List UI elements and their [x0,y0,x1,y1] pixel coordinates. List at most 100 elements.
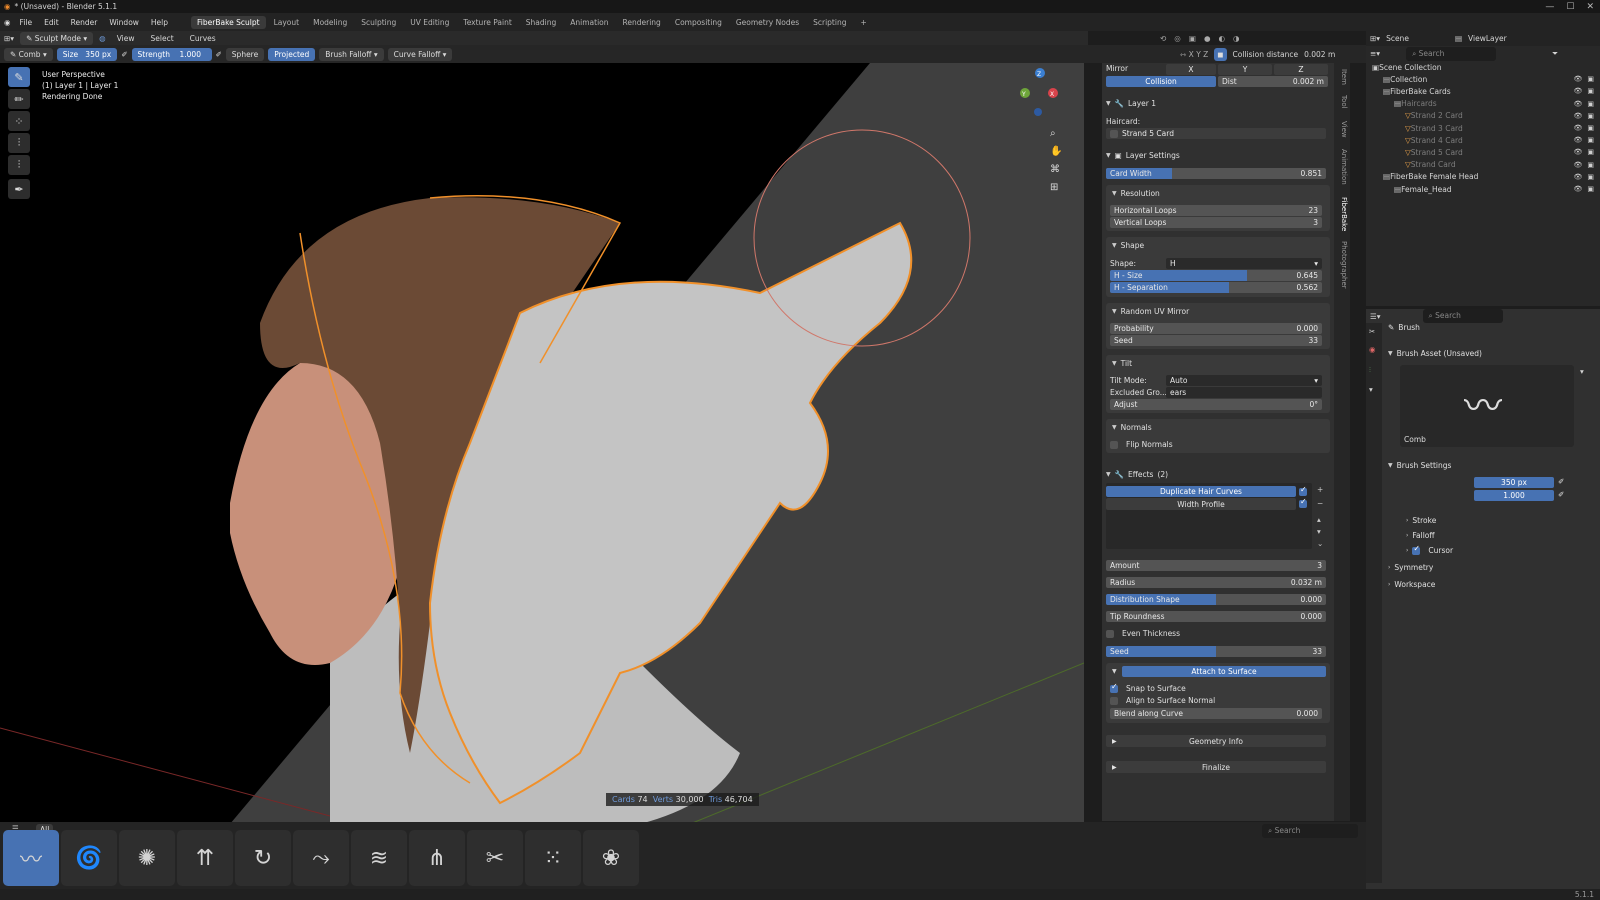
3d-viewport[interactable]: User Perspective (1) Layer 1 | Layer 1 R… [0,63,1084,824]
dist-field[interactable]: Dist 0.002 m [1218,76,1328,87]
overlay-icon[interactable]: ◎ [1174,34,1181,43]
tilt-mode-dropdown[interactable]: Auto ▾ [1166,375,1322,386]
outliner-item[interactable]: ▤ Female_Head 👁 ▣ [1366,183,1600,195]
render-camera-icon[interactable]: ▣ [1587,148,1594,156]
tab-geometry-nodes[interactable]: Geometry Nodes [730,16,805,29]
brush-icon[interactable]: ◍ [99,34,106,43]
tab-rendering[interactable]: Rendering [617,16,667,29]
layer-settings-header[interactable]: ▼ ▣ Layer Settings [1106,151,1180,160]
size-field[interactable]: Size 350 px [56,47,118,61]
render-camera-icon[interactable]: ▣ [1587,173,1594,181]
tab-modeling[interactable]: Modeling [307,16,353,29]
visibility-eye-icon[interactable]: 👁 [1573,112,1582,120]
tab-more-icon[interactable]: ▾ [1369,385,1373,394]
render-camera-icon[interactable]: ▣ [1587,161,1594,169]
falloff-projected-button[interactable]: Projected [268,47,316,61]
menu-curves[interactable]: Curves [185,32,221,45]
falloff-subpanel[interactable]: › Falloff [1406,531,1435,540]
brush-selector[interactable]: ✎ Comb ▾ [4,47,53,61]
workspace-panel[interactable]: › Workspace [1388,580,1435,589]
effects-header[interactable]: ▼ 🔧 Effects (2) [1106,470,1168,479]
editor-type-icon[interactable]: ⊞▾ [4,34,14,43]
effect-2-enabled[interactable] [1299,497,1307,508]
tab-view[interactable]: View [1336,121,1348,138]
outliner-item[interactable]: ▽ Strand 3 Card 👁 ▣ [1366,122,1600,134]
outliner-type-icon[interactable]: ≡▾ [1370,49,1380,58]
pen-pressure-icon[interactable]: ✐ [121,50,127,59]
outliner-item[interactable]: ▽ Strand 2 Card 👁 ▣ [1366,110,1600,122]
asset-pinch-brush-icon[interactable]: ⋔ [409,830,465,886]
outliner-item[interactable]: ▤ FiberBake Female Head 👁 ▣ [1366,171,1600,183]
tab-sculpting[interactable]: Sculpting [355,16,402,29]
probability-field[interactable]: Probability 0.000 [1110,323,1322,334]
outliner-item[interactable]: ▽ Strand Card 👁 ▣ [1366,159,1600,171]
properties-search[interactable]: ⌕ Search [1422,309,1503,323]
tip-roundness-field[interactable]: Tip Roundness 0.000 [1106,611,1326,622]
asset-grow-brush-icon[interactable]: ⇈ [177,830,233,886]
tab-fiberbake-sculpt[interactable]: FiberBake Sculpt [191,15,266,29]
tab-tool[interactable]: Tool [1336,95,1348,109]
prop-size-field[interactable]: 350 px [1474,477,1554,488]
brush-tab-icon[interactable]: ⫶ [1369,365,1371,375]
render-camera-icon[interactable]: ▣ [1587,100,1594,108]
tab-layout[interactable]: Layout [268,16,306,29]
excluded-groups-field[interactable]: ears [1166,387,1322,398]
comb-tool-icon[interactable]: ✎ [8,67,30,87]
delete-curves-tool-icon[interactable]: ⫶ [8,155,30,175]
distribution-shape-slider[interactable]: Distribution Shape 0.000 [1106,594,1326,605]
add-curves-tool-icon[interactable]: ⫶ [8,133,30,153]
stroke-subpanel[interactable]: › Stroke [1406,516,1436,525]
haircard-selector[interactable]: Strand 5 Card [1106,128,1326,139]
annotate-tool-icon[interactable]: ✒ [8,179,30,199]
finalize-panel[interactable]: ▶ Finalize [1106,761,1326,773]
scene-label[interactable]: Scene [1386,34,1409,43]
draw-tool-icon[interactable]: ✏ [8,89,30,109]
asset-density-brush-icon[interactable]: ⁙ [525,830,581,886]
outliner-item[interactable]: ▽ Strand 4 Card 👁 ▣ [1366,134,1600,146]
collision-distance-value[interactable]: 0.002 m [1304,50,1335,59]
h-size-slider[interactable]: H - Size 0.645 [1110,270,1322,281]
menu-view[interactable]: View [112,32,140,45]
tab-animation[interactable]: Animation [564,16,614,29]
visibility-eye-icon[interactable]: 👁 [1573,173,1582,181]
visibility-eye-icon[interactable]: 👁 [1573,148,1582,156]
size-pressure-icon[interactable]: ✐ [1558,477,1564,486]
effect-duplicate-hair-curves[interactable]: Duplicate Hair Curves [1106,486,1296,497]
mirror-axes-icon[interactable]: ⇿ X Y Z [1180,50,1208,59]
navigation-gizmo[interactable]: Z Y X ⌕ ✋ ⌘ ⊞ [1015,68,1085,208]
mirror-z[interactable]: Z [1274,64,1328,75]
h-separation-slider[interactable]: H - Separation 0.562 [1110,282,1322,293]
tab-animation-side[interactable]: Animation [1336,149,1348,185]
collision-button[interactable]: Collision [1106,76,1216,87]
snap-to-surface-checkbox[interactable]: Snap to Surface [1110,682,1186,693]
render-tab-icon[interactable]: ◉ [1369,345,1376,354]
tab-scripting[interactable]: Scripting [807,16,852,29]
prop-strength-field[interactable]: 1.000 [1474,490,1554,501]
geometry-info-panel[interactable]: ▶ Geometry Info [1106,735,1326,747]
asset-slide-brush-icon[interactable]: ❀ [583,830,639,886]
visibility-eye-icon[interactable]: 👁 [1573,75,1582,83]
shape-header[interactable]: ▼ Shape [1112,241,1144,250]
tab-uv-editing[interactable]: UV Editing [404,16,455,29]
add-effect-icon[interactable]: + [1317,485,1323,494]
visibility-eye-icon[interactable]: 👁 [1573,100,1582,108]
viewlayer-label[interactable]: ViewLayer [1468,34,1507,43]
outliner-item[interactable]: ▤ Collection 👁 ▣ [1366,73,1600,85]
strength-pressure-icon-2[interactable]: ✐ [1558,490,1564,499]
attach-collapse-icon[interactable]: ▼ [1112,668,1117,675]
render-camera-icon[interactable]: ▣ [1587,185,1594,193]
visibility-eye-icon[interactable]: 👁 [1573,87,1582,95]
falloff-sphere-button[interactable]: Sphere [225,47,265,61]
viewport-scene[interactable] [0,63,1084,824]
menu-render[interactable]: Render [66,16,103,29]
shading-solid-icon[interactable]: ● [1204,34,1211,43]
flip-normals-checkbox[interactable]: Flip Normals [1110,440,1173,449]
brush-asset-header[interactable]: ▼ Brush Asset (Unsaved) [1388,349,1482,358]
tab-photographer[interactable]: Photographer [1336,241,1348,289]
brush-settings-header[interactable]: ▼ Brush Settings [1388,461,1451,470]
even-thickness-checkbox[interactable]: Even Thickness [1106,629,1180,638]
mode-selector[interactable]: ✎ Sculpt Mode ▾ [20,31,94,45]
viewport-gizmo-icon[interactable]: ⟲ [1160,34,1166,43]
tab-shading[interactable]: Shading [520,16,562,29]
curve-falloff-dropdown[interactable]: Curve Falloff ▾ [387,47,453,61]
